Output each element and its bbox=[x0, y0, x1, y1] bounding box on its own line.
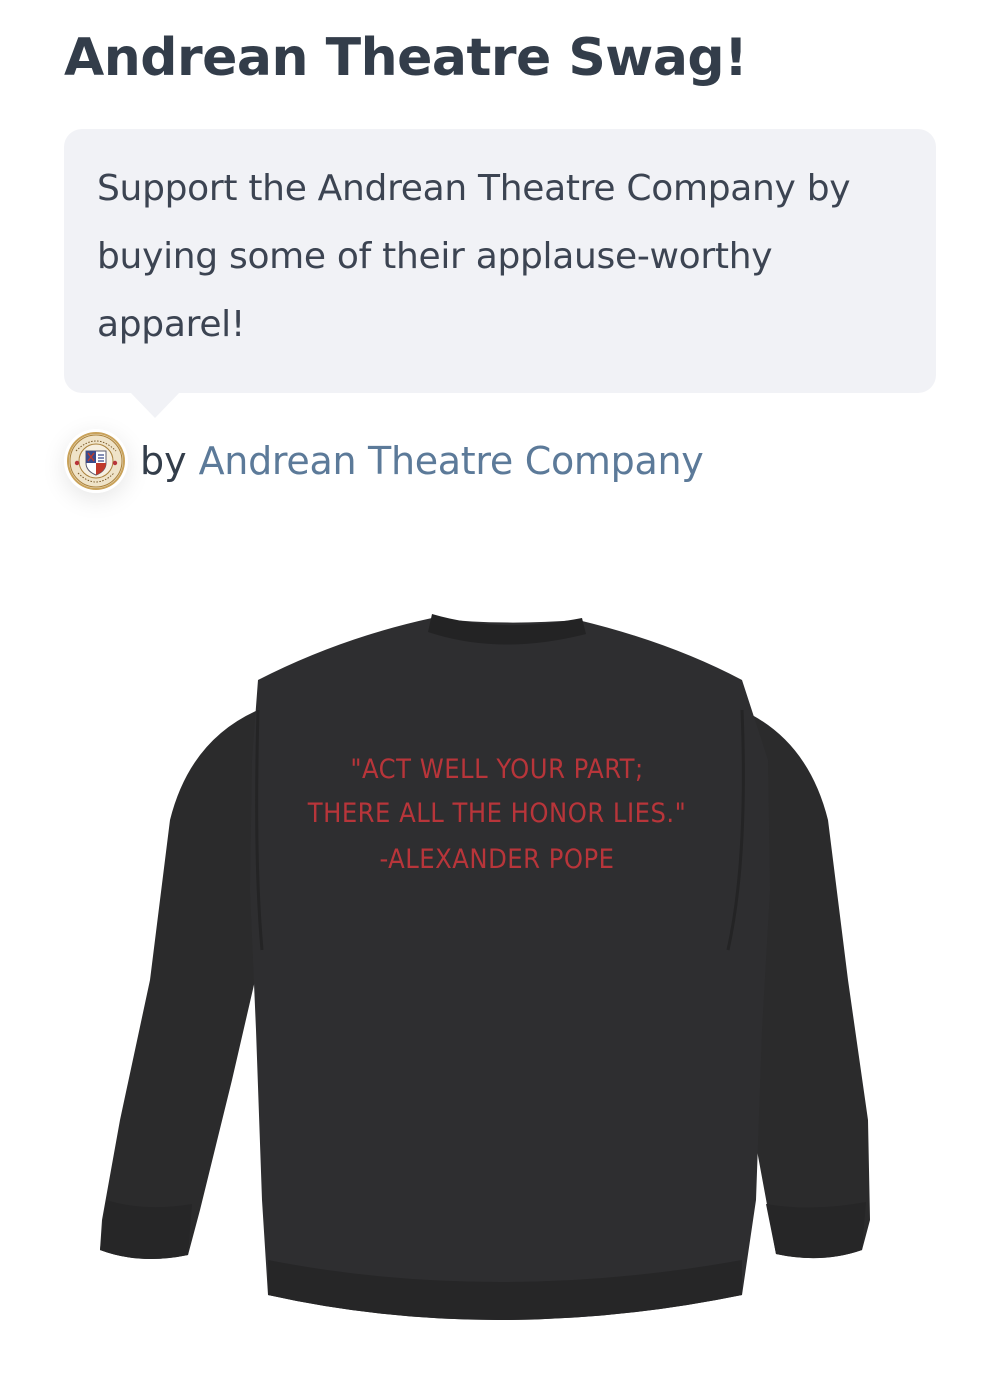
description-text: Support the Andrean Theatre Company by b… bbox=[97, 168, 851, 345]
page-title: Andrean Theatre Swag! bbox=[64, 28, 748, 88]
product-image-sweatshirt[interactable]: "ACT WELL YOUR PART; THERE ALL THE HONOR… bbox=[0, 560, 1000, 1377]
sweatshirt-left-sleeve bbox=[100, 710, 262, 1259]
sweatshirt-body bbox=[250, 618, 770, 1320]
quote-line-2: THERE ALL THE HONOR LIES." bbox=[307, 798, 687, 829]
byline: by Andrean Theatre Company bbox=[64, 426, 704, 496]
creator-avatar-logo[interactable] bbox=[64, 429, 128, 493]
sweatshirt-right-cuff bbox=[766, 1202, 866, 1259]
description-bubble: Support the Andrean Theatre Company by b… bbox=[64, 129, 936, 418]
sweatshirt-left-cuff bbox=[100, 1200, 192, 1259]
creator-link[interactable]: Andrean Theatre Company bbox=[199, 439, 704, 483]
by-label: by bbox=[140, 439, 187, 483]
quote-line-1: "ACT WELL YOUR PART; bbox=[350, 754, 643, 785]
quote-line-3: -ALEXANDER POPE bbox=[380, 844, 615, 875]
